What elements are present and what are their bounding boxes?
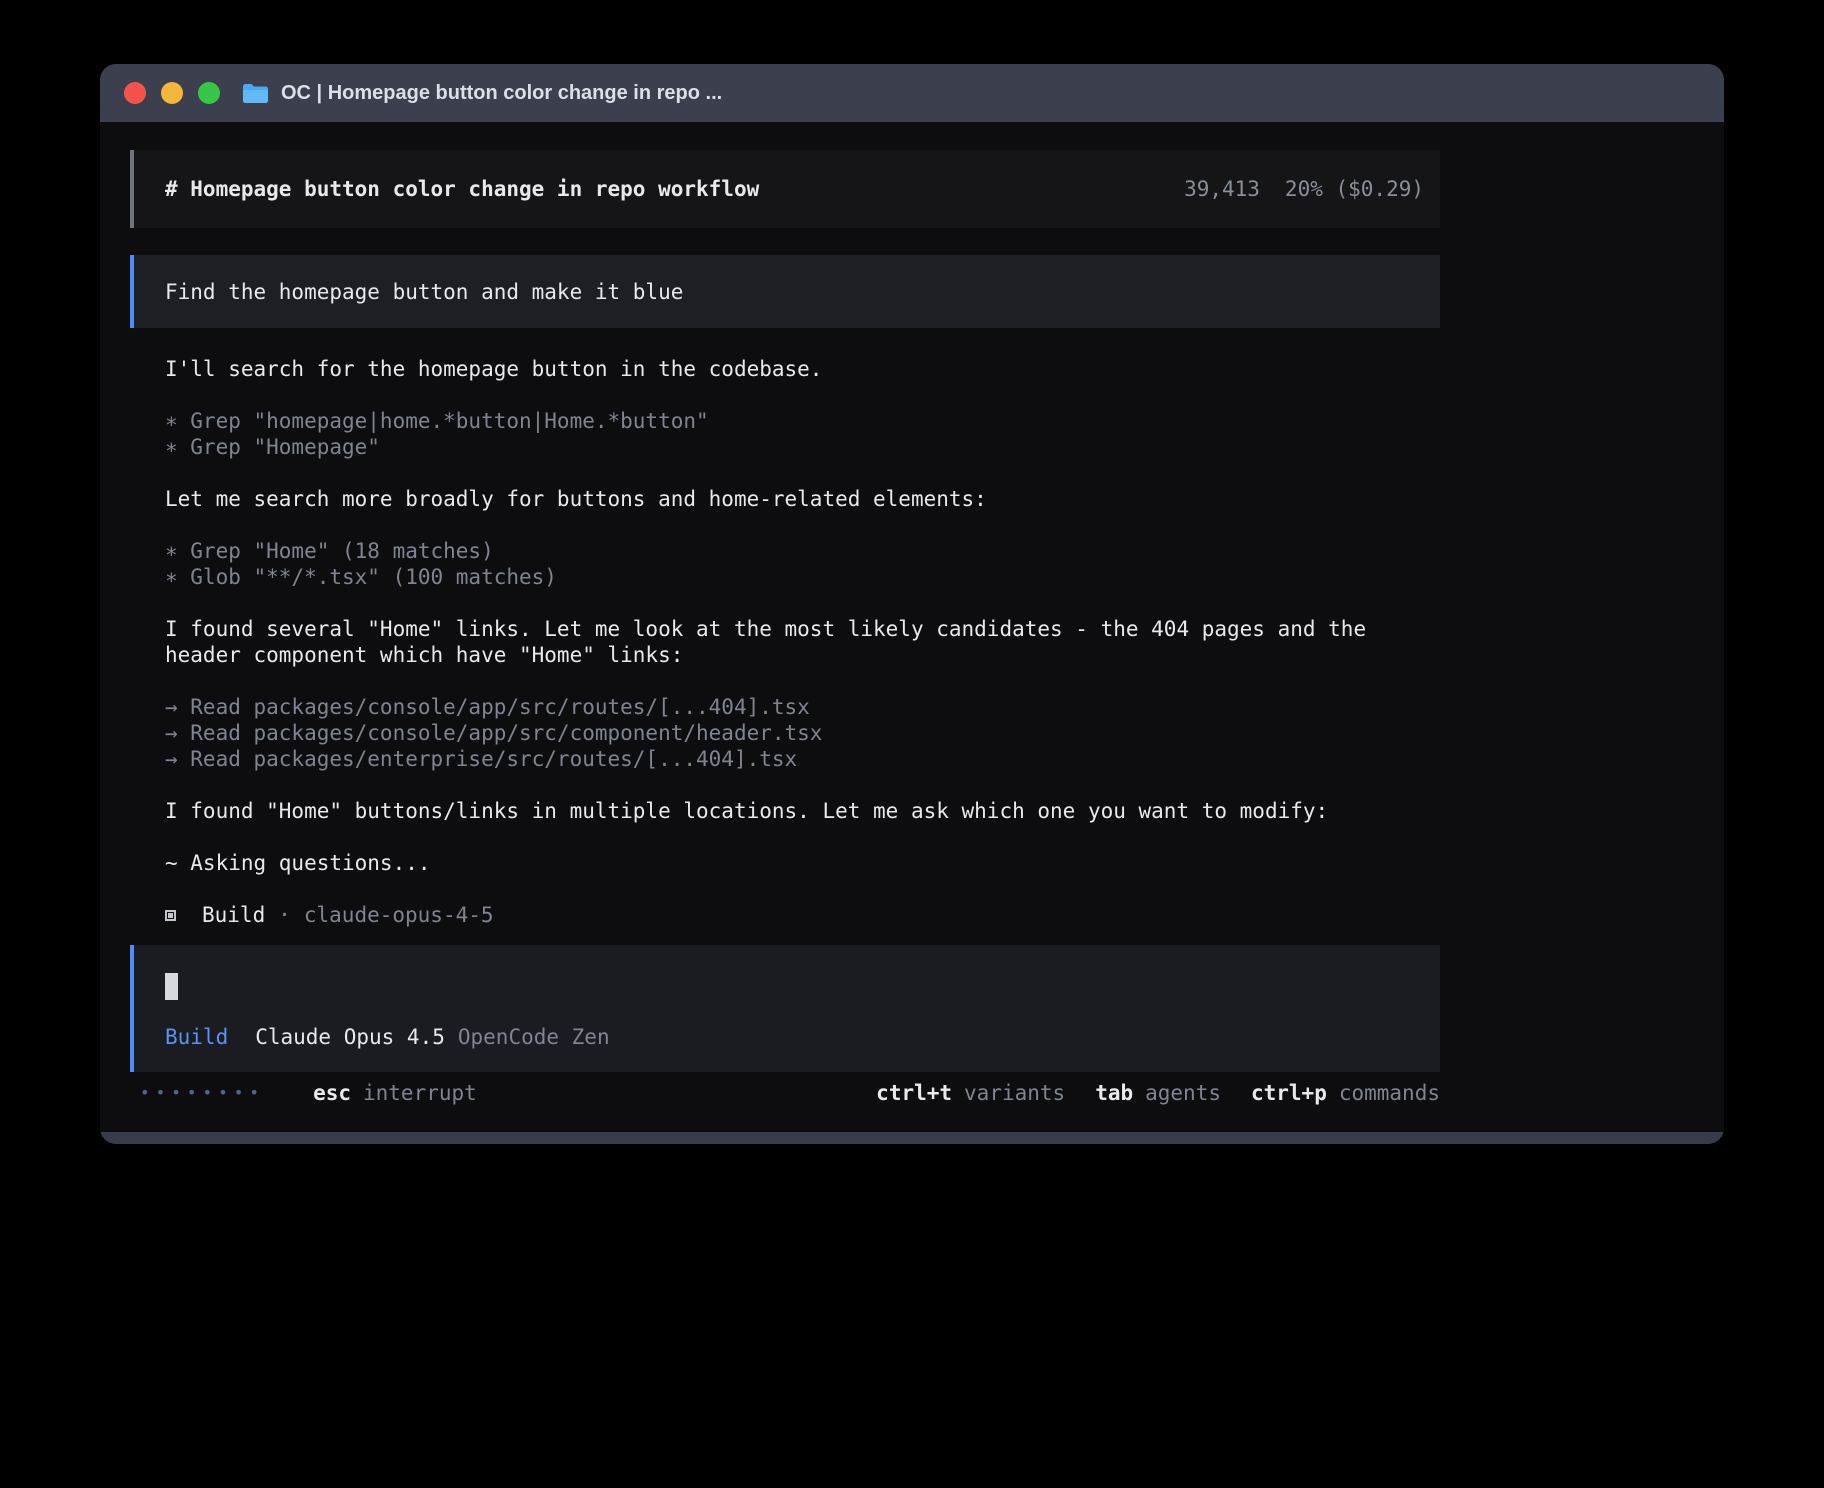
assistant-text: I found several "Home" links. Let me loo… <box>165 616 1440 668</box>
provider-name: OpenCode Zen <box>458 1025 610 1049</box>
agent-name: Build <box>202 902 265 928</box>
keybind-commands: ctrl+p commands <box>1251 1080 1440 1106</box>
agent-separator: · <box>278 902 291 928</box>
tool-call-read: → Read packages/console/app/src/routes/[… <box>165 694 1440 720</box>
tool-call-grep: ∗ Grep "Homepage" <box>165 434 1440 460</box>
title-bar[interactable]: OC | Homepage button color change in rep… <box>100 64 1724 122</box>
keybind-variants: ctrl+t variants <box>876 1080 1065 1106</box>
window-bottom-edge <box>100 1132 1724 1144</box>
text-cursor <box>165 973 178 1000</box>
traffic-lights <box>124 82 220 104</box>
spinner-dots: •••••••• <box>140 1080 265 1106</box>
assistant-text: I found "Home" buttons/links in multiple… <box>165 798 1440 824</box>
terminal-window: OC | Homepage button color change in rep… <box>100 64 1724 1144</box>
footer-right: ctrl+t variants tab agents ctrl+p commands <box>846 1080 1440 1106</box>
keybind-label: agents <box>1145 1081 1221 1105</box>
conversation: I'll search for the homepage button in t… <box>165 356 1440 928</box>
status-line: ~ Asking questions... <box>165 850 1440 876</box>
user-message-block: Find the homepage button and make it blu… <box>130 255 1440 328</box>
terminal-content: # Homepage button color change in repo w… <box>100 122 1460 1106</box>
keybind-key: tab <box>1095 1081 1133 1105</box>
zoom-button[interactable] <box>198 82 220 104</box>
window-title-area: OC | Homepage button color change in rep… <box>242 82 722 105</box>
tool-call-grep: ∗ Grep "Home" (18 matches) <box>165 538 1440 564</box>
prompt-input[interactable]: Build Claude Opus 4.5 OpenCode Zen <box>130 945 1440 1072</box>
agent-icon <box>165 910 176 921</box>
footer-bar: •••••••• esc interrupt ctrl+t variants ta… <box>130 1080 1440 1106</box>
model-row: Build Claude Opus 4.5 OpenCode Zen <box>165 1025 1440 1049</box>
agent-status-line: Build · claude-opus-4-5 <box>165 902 1440 928</box>
keybind-key: ctrl+p <box>1251 1081 1327 1105</box>
keybind-esc: esc <box>313 1080 351 1106</box>
assistant-text: Let me search more broadly for buttons a… <box>165 486 1440 512</box>
assistant-text: I'll search for the homepage button in t… <box>165 356 1440 382</box>
close-button[interactable] <box>124 82 146 104</box>
session-title: # Homepage button color change in repo w… <box>165 177 759 201</box>
keybind-label: commands <box>1339 1081 1440 1105</box>
keybind-key: ctrl+t <box>876 1081 952 1105</box>
keybind-agents: tab agents <box>1095 1080 1221 1106</box>
window-title: OC | Homepage button color change in rep… <box>281 82 722 105</box>
footer-left: •••••••• esc interrupt <box>130 1080 477 1106</box>
keybind-esc-label: interrupt <box>363 1080 477 1106</box>
tool-call-glob: ∗ Glob "**/*.tsx" (100 matches) <box>165 564 1440 590</box>
tool-call-read: → Read packages/console/app/src/componen… <box>165 720 1440 746</box>
token-count: 39,413 <box>1184 177 1260 201</box>
folder-icon <box>242 83 269 104</box>
mode-indicator: Build <box>165 1025 228 1049</box>
agent-model: claude-opus-4-5 <box>304 902 494 928</box>
session-header: # Homepage button color change in repo w… <box>130 150 1440 228</box>
session-stats: 39,413 20% ($0.29) <box>1083 153 1424 225</box>
keybind-label: variants <box>964 1081 1065 1105</box>
user-message-text: Find the homepage button and make it blu… <box>165 280 683 304</box>
minimize-button[interactable] <box>161 82 183 104</box>
context-usage: 20% ($0.29) <box>1285 177 1424 201</box>
tool-call-read: → Read packages/enterprise/src/routes/[.… <box>165 746 1440 772</box>
model-name: Claude Opus 4.5 <box>255 1025 445 1049</box>
tool-call-grep: ∗ Grep "homepage|home.*button|Home.*butt… <box>165 408 1440 434</box>
